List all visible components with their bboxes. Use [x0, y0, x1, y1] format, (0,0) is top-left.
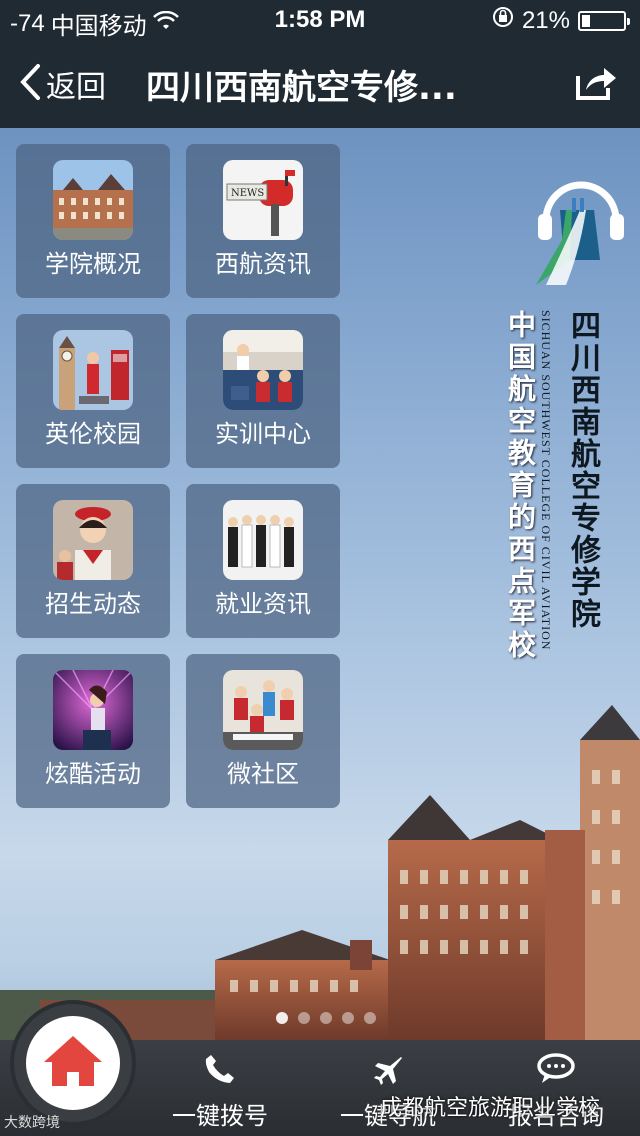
flight-attendant-photo: [53, 500, 133, 580]
tile-training-center[interactable]: 实训中心: [186, 314, 340, 468]
headphones-logo-icon: [536, 181, 624, 285]
college-english-name: SICHUAN SOUTHWEST COLLEGE OF CIVIL AVIAT…: [539, 310, 553, 651]
college-name-vertical: 四川西南航空专修学院: [565, 310, 600, 630]
call-button[interactable]: 一键拨号: [150, 1040, 290, 1136]
home-button[interactable]: [14, 1004, 132, 1122]
community-group-photo: [223, 670, 303, 750]
screen: -74 中国移动 1:58 PM 21% 返回 四川西南航空专修... 学院概况…: [0, 0, 640, 1136]
call-label: 一键拨号: [172, 1102, 268, 1130]
tile-micro-community[interactable]: 微社区: [186, 654, 340, 808]
back-label: 返回: [46, 70, 106, 105]
tile-british-campus[interactable]: 英伦校园: [16, 314, 170, 468]
tile-label: 西航资讯: [215, 250, 311, 278]
airplane-icon: [370, 1052, 406, 1092]
page-dot[interactable]: [276, 1012, 288, 1024]
tile-label: 实训中心: [215, 420, 311, 448]
navigation-bar: 返回 四川西南航空专修...: [0, 40, 640, 128]
watermark-school: 成都航空旅游职业学校: [380, 1096, 601, 1121]
page-dot[interactable]: [298, 1012, 310, 1024]
watermark-source: 大数跨境: [4, 1115, 60, 1131]
battery-percent: 21%: [521, 6, 570, 34]
college-logo-area: 四川西南航空专修学院 SICHUAN SOUTHWEST COLLEGE OF …: [496, 170, 636, 730]
rotation-lock-icon: [492, 6, 514, 35]
battery-fill: [582, 14, 591, 27]
training-center-photo: [223, 330, 303, 410]
tile-label: 微社区: [227, 760, 299, 788]
tile-employment-news[interactable]: 就业资讯: [186, 484, 340, 638]
share-icon: [574, 68, 618, 106]
stage-performance-photo: [53, 670, 133, 750]
page-dot[interactable]: [342, 1012, 354, 1024]
chat-bubble-icon: [536, 1052, 576, 1090]
tile-label: 学院概况: [45, 250, 141, 278]
tile-cool-activities[interactable]: 炫酷活动: [16, 654, 170, 808]
battery-icon: [578, 10, 630, 31]
news-mailbox-photo: NEWS: [223, 160, 303, 240]
tile-admissions[interactable]: 招生动态: [16, 484, 170, 638]
tile-college-overview[interactable]: 学院概况: [16, 144, 170, 298]
tile-label: 就业资讯: [215, 590, 311, 618]
home-icon: [44, 1036, 102, 1086]
page-dot[interactable]: [364, 1012, 376, 1024]
chevron-left-icon: [18, 62, 42, 106]
tile-label: 英伦校园: [45, 420, 141, 448]
college-slogan: 中国航空教育的西点军校: [504, 310, 537, 662]
graduates-group-photo: [223, 500, 303, 580]
tile-school-news[interactable]: NEWS 西航资讯: [186, 144, 340, 298]
tile-label: 招生动态: [45, 590, 141, 618]
back-button[interactable]: 返回: [18, 62, 106, 106]
tile-label: 炫酷活动: [45, 760, 141, 788]
british-campus-photo: [53, 330, 133, 410]
share-button[interactable]: [574, 62, 618, 106]
phone-icon: [203, 1052, 237, 1090]
status-bar: -74 中国移动 1:58 PM 21%: [0, 0, 640, 40]
page-title: 四川西南航空专修...: [146, 68, 457, 108]
page-indicator: [276, 1012, 376, 1024]
page-dot[interactable]: [320, 1012, 332, 1024]
campus-building-photo: [53, 160, 133, 240]
svg-text:NEWS: NEWS: [231, 188, 264, 199]
